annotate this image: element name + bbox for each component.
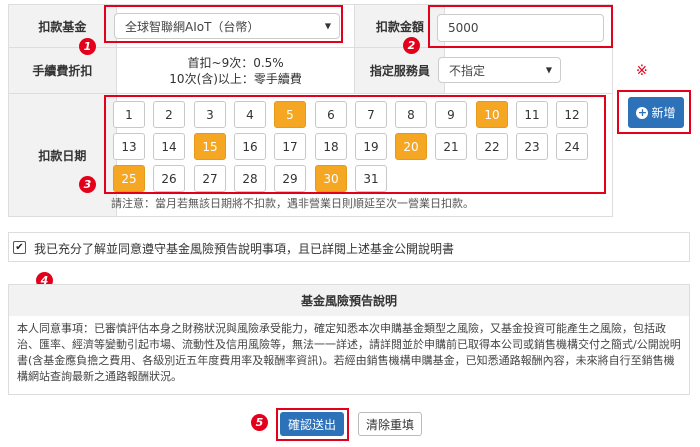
marker-3: 3 xyxy=(79,176,96,193)
add-button-label: 新增 xyxy=(651,106,676,120)
fee-info: 首扣~9次：0.5% 10次(含)以上：零手續費 xyxy=(115,47,356,94)
staff-select-value: 不指定 xyxy=(449,63,486,78)
highlight-fund xyxy=(104,5,343,43)
chevron-down-icon: ▼ xyxy=(545,65,552,75)
risk-title: 基金風險預告說明 xyxy=(8,284,690,317)
fee-line-1: 首扣~9次：0.5% xyxy=(187,55,284,70)
fee-label: 手續費折扣 xyxy=(8,47,117,94)
date-note: 請注意：當月若無該日期將不扣款，遇非營業日則順延至次一營業日扣款。 xyxy=(111,197,474,210)
submit-button[interactable]: 確認送出 xyxy=(280,412,344,436)
risk-body: 本人同意事項：已審慎評估本身之財務狀況與風險承受能力，確定知悉本次申購基金類型之… xyxy=(8,316,690,395)
agree-checkbox[interactable]: ✔ xyxy=(13,241,26,254)
fee-line-2: 10次(含)以上：零手續費 xyxy=(169,71,302,86)
marker-2: 2 xyxy=(403,37,420,54)
asterisk-note: ※ xyxy=(636,63,648,79)
reset-button[interactable]: 清除重填 xyxy=(358,412,422,436)
agreement-text: 我已充分了解並同意遵守基金風險預告說明事項，且已詳閱上述基金公開說明書 xyxy=(34,242,455,256)
marker-1: 1 xyxy=(79,38,96,55)
fund-label: 扣款基金 xyxy=(8,4,117,48)
staff-label: 指定服務員 xyxy=(354,47,446,94)
date-label: 扣款日期 xyxy=(8,93,117,217)
highlight-days xyxy=(104,95,606,194)
staff-select[interactable]: 不指定 ▼ xyxy=(438,57,561,83)
highlight-amount xyxy=(428,5,613,48)
add-button[interactable]: + 新增 xyxy=(628,97,684,128)
marker-5: 5 xyxy=(251,414,268,431)
plus-circle-icon: + xyxy=(636,106,649,119)
